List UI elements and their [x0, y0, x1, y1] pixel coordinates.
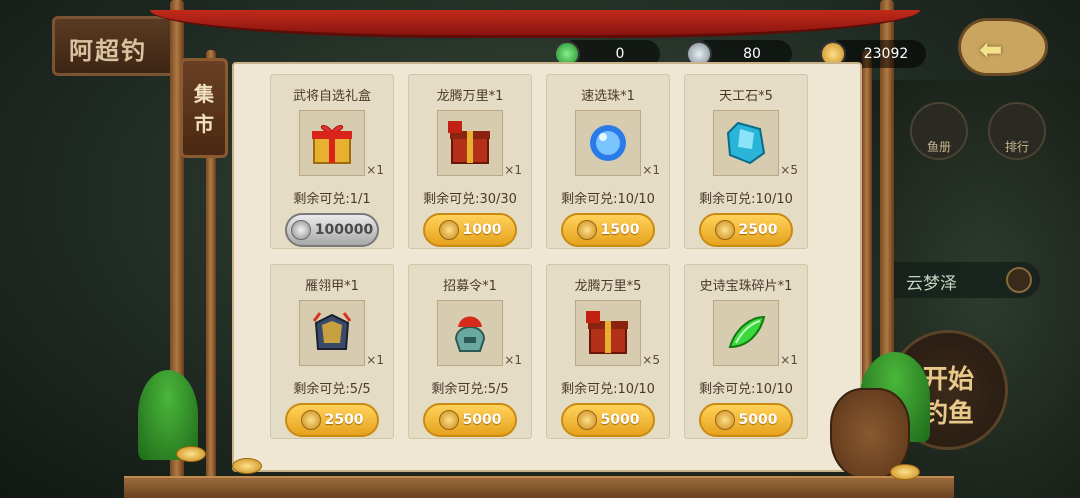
exchange-price: 2500 — [324, 412, 364, 428]
gold-coin-icon — [714, 220, 735, 240]
coin-decoration — [232, 458, 262, 474]
item-quantity: ×1 — [366, 163, 384, 177]
coin-decoration — [176, 446, 206, 462]
item-quantity: ×1 — [504, 163, 522, 177]
gold-coin-icon — [714, 410, 735, 430]
item-quantity: ×1 — [780, 353, 798, 367]
green-gem-value: 0 — [615, 46, 625, 62]
back-button[interactable]: ⬅ — [958, 18, 1048, 76]
chest-icon[interactable]: ×1 — [437, 110, 522, 177]
gold-coin-icon — [300, 410, 321, 430]
shop-item-card: 速选珠*1 ×1 剩余可兑:10/10 1500 — [546, 74, 670, 249]
exchange-button[interactable]: 2500 — [285, 403, 379, 437]
location-label[interactable]: 云梦泽 — [880, 262, 1040, 298]
shop-item-card: 雁翎甲*1 ×1 剩余可兑:5/5 2500 — [270, 264, 394, 439]
shop-item-card: 天工石*5 ×5 剩余可兑:10/10 2500 — [684, 74, 808, 249]
helmet-icon[interactable]: ×1 — [437, 300, 522, 367]
compass-icon — [1006, 267, 1032, 293]
market-title: 集市 — [194, 82, 214, 136]
silver-coin-icon — [290, 220, 311, 240]
exchange-price: 5000 — [600, 412, 640, 428]
exchange-price: 5000 — [738, 412, 778, 428]
item-name: 龙腾万里*1 — [436, 89, 504, 104]
gift-box-icon[interactable]: ×1 — [299, 110, 384, 177]
item-name: 招募令*1 — [443, 279, 497, 294]
item-quantity: ×5 — [780, 163, 798, 177]
wooden-ledge — [124, 476, 954, 498]
shop-item-card: 史诗宝珠碎片*1 ×1 剩余可兑:10/10 5000 — [684, 264, 808, 439]
item-remaining: 剩余可兑:10/10 — [561, 192, 655, 207]
exchange-button[interactable]: 2500 — [699, 213, 793, 247]
item-remaining: 剩余可兑:10/10 — [699, 192, 793, 207]
gold-coin-icon — [438, 220, 459, 240]
item-remaining: 剩余可兑:10/10 — [561, 382, 655, 397]
shop-panel: 武将自选礼盒 ×1 剩余可兑:1/1 100000 龙腾万里*1 ×1 剩余可兑:30/30… — [232, 62, 862, 472]
item-remaining: 剩余可兑:5/5 — [293, 382, 371, 397]
gold-coin-icon — [576, 410, 597, 430]
exchange-price: 2500 — [738, 222, 778, 238]
exchange-button[interactable]: 5000 — [423, 403, 517, 437]
item-quantity: ×5 — [642, 353, 660, 367]
exchange-price: 1000 — [462, 222, 502, 238]
gold-coin-icon — [438, 410, 459, 430]
shop-item-card: 武将自选礼盒 ×1 剩余可兑:1/1 100000 — [270, 74, 394, 249]
market-title-sign: 集市 — [180, 58, 228, 158]
item-name: 武将自选礼盒 — [292, 89, 371, 104]
item-quantity: ×1 — [504, 353, 522, 367]
ranking-button[interactable]: 排行 — [988, 102, 1046, 160]
chest-icon[interactable]: ×5 — [575, 300, 660, 367]
gold-coin-value: 23092 — [863, 46, 909, 62]
exchange-price: 1500 — [600, 222, 640, 238]
item-name: 速选珠*1 — [581, 89, 635, 104]
exchange-button[interactable]: 1000 — [423, 213, 517, 247]
item-remaining: 剩余可兑:1/1 — [293, 192, 371, 207]
exchange-price: 100000 — [314, 222, 374, 238]
item-remaining: 剩余可兑:5/5 — [431, 382, 509, 397]
blue-orb-icon[interactable]: ×1 — [575, 110, 660, 177]
red-banner — [150, 10, 920, 38]
exchange-button[interactable]: 1500 — [561, 213, 655, 247]
location-name: 云梦泽 — [906, 274, 957, 294]
shop-item-card: 龙腾万里*1 ×1 剩余可兑:30/30 1000 — [408, 74, 532, 249]
item-grid: 武将自选礼盒 ×1 剩余可兑:1/1 100000 龙腾万里*1 ×1 剩余可兑:30/30… — [270, 74, 810, 439]
armor-icon[interactable]: ×1 — [299, 300, 384, 367]
item-name: 雁翎甲*1 — [305, 279, 359, 294]
item-name: 龙腾万里*5 — [574, 279, 642, 294]
item-quantity: ×1 — [366, 353, 384, 367]
green-shard-icon[interactable]: ×1 — [713, 300, 798, 367]
item-quantity: ×1 — [642, 163, 660, 177]
shop-item-card: 龙腾万里*5 ×5 剩余可兑:10/10 5000 — [546, 264, 670, 439]
coin-decoration — [890, 464, 920, 480]
item-name: 天工石*5 — [719, 89, 773, 104]
exchange-price: 5000 — [462, 412, 502, 428]
silver-coin-value: 80 — [743, 46, 761, 62]
gold-coin-icon — [576, 220, 597, 240]
crystal-icon[interactable]: ×5 — [713, 110, 798, 177]
item-remaining: 剩余可兑:10/10 — [699, 382, 793, 397]
fish-book-button[interactable]: 鱼册 — [910, 102, 968, 160]
background-sign: 阿超钓 — [52, 16, 182, 76]
exchange-button[interactable]: 5000 — [561, 403, 655, 437]
shop-item-card: 招募令*1 ×1 剩余可兑:5/5 5000 — [408, 264, 532, 439]
item-name: 史诗宝珠碎片*1 — [699, 279, 793, 294]
exchange-button[interactable]: 5000 — [699, 403, 793, 437]
item-remaining: 剩余可兑:30/30 — [423, 192, 517, 207]
back-arrow-icon: ⬅ — [979, 33, 1003, 66]
exchange-button[interactable]: 100000 — [285, 213, 379, 247]
